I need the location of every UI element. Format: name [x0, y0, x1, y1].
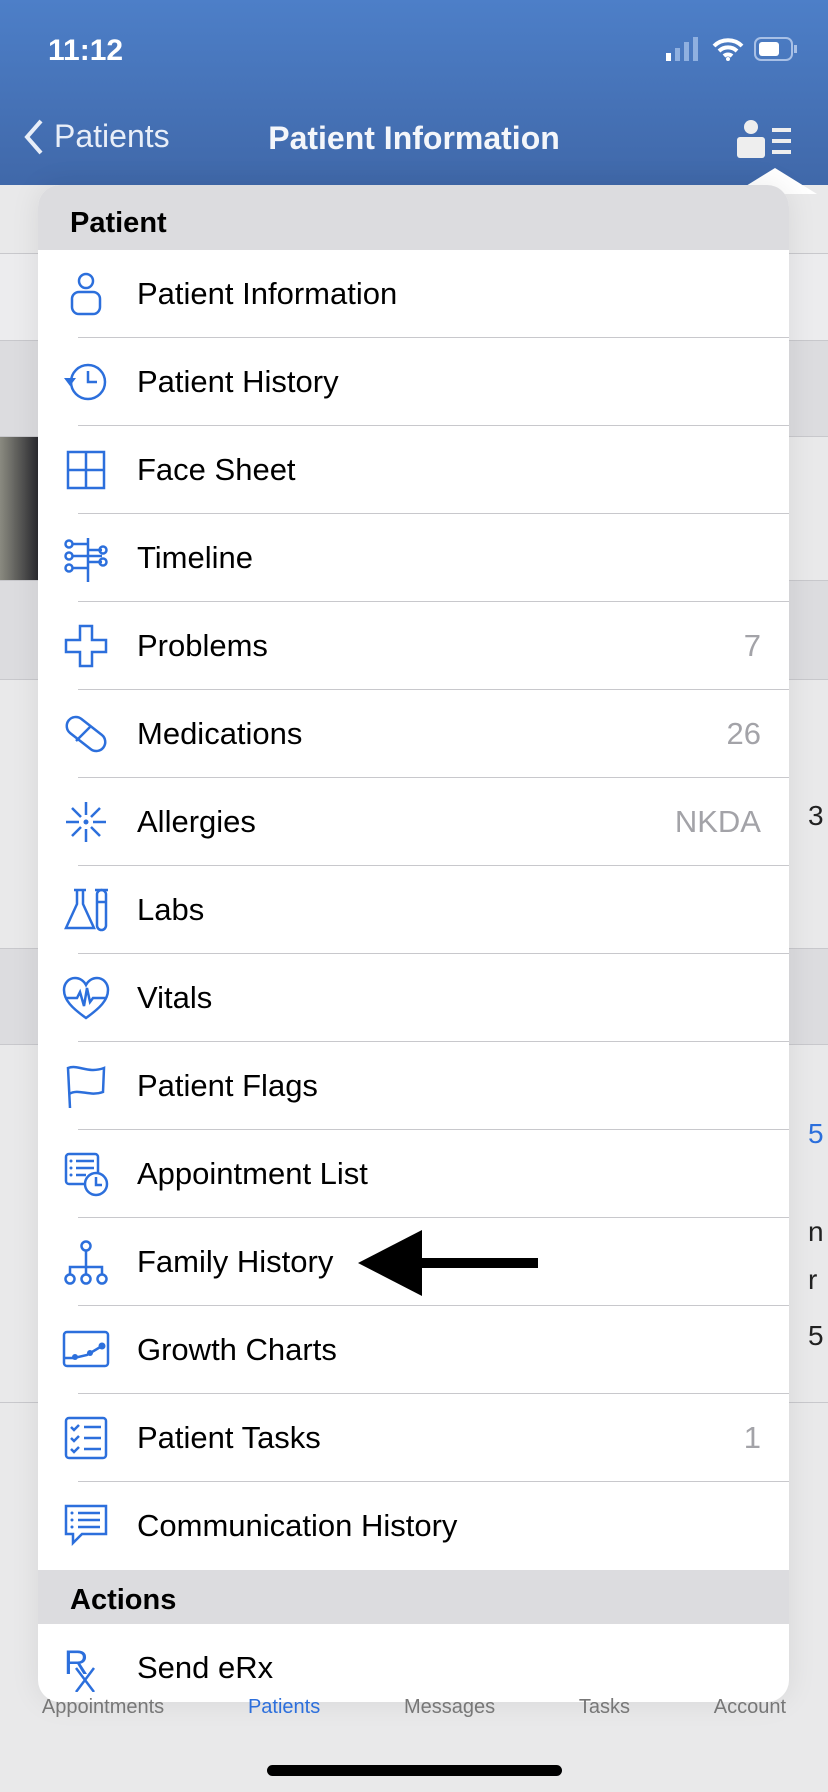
- tab-tasks[interactable]: Tasks: [579, 1696, 630, 1719]
- menu-item-count: 7: [743, 628, 761, 663]
- patient-photo: [0, 437, 38, 580]
- checklist-icon: [64, 1416, 108, 1460]
- tab-patients[interactable]: Patients: [248, 1696, 320, 1719]
- pill-icon: [65, 715, 107, 753]
- menu-item-label: Patient Flags: [137, 1068, 318, 1103]
- battery-icon: [754, 37, 797, 61]
- family-tree-icon: [64, 1240, 108, 1285]
- page-title: Patient Information: [268, 120, 560, 156]
- home-indicator[interactable]: [267, 1765, 562, 1776]
- menu-item-patient-flags[interactable]: Patient Flags: [38, 1042, 789, 1130]
- menu-item-label: Patient Tasks: [137, 1420, 321, 1455]
- menu-item-label: Appointment List: [137, 1156, 368, 1191]
- status-time: 11:12: [48, 34, 124, 67]
- signal-icon: [666, 37, 698, 61]
- background-text: r: [808, 1264, 818, 1295]
- background-text: 5: [808, 1320, 824, 1351]
- menu-item-label: Patient History: [137, 364, 339, 399]
- medical-cross-icon: [64, 624, 108, 668]
- heart-pulse-icon: [62, 976, 110, 1020]
- tab-messages[interactable]: Messages: [404, 1696, 495, 1719]
- menu-item-label: Timeline: [137, 540, 253, 575]
- tab-bar: Appointments Patients Messages Tasks Acc…: [0, 1696, 828, 1719]
- background-text: 3: [808, 800, 824, 831]
- chat-list-icon: [64, 1504, 108, 1547]
- flag-icon: [66, 1065, 106, 1109]
- background-text: 5: [808, 1118, 824, 1149]
- menu-item-medications[interactable]: Medications 26: [38, 690, 789, 778]
- menu-item-appointment-list[interactable]: Appointment List: [38, 1130, 789, 1218]
- tab-appointments[interactable]: Appointments: [42, 1696, 164, 1719]
- menu-item-face-sheet[interactable]: Face Sheet: [38, 426, 789, 514]
- menu-item-communication-history[interactable]: Communication History: [38, 1482, 789, 1570]
- menu-item-timeline[interactable]: Timeline: [38, 514, 789, 602]
- section-header-patient: Patient: [38, 185, 789, 250]
- menu-item-labs[interactable]: Labs: [38, 866, 789, 954]
- annotation-arrow: [358, 1230, 538, 1296]
- background-text: n: [808, 1216, 824, 1247]
- menu-item-send-erx[interactable]: R Send eRx: [38, 1624, 789, 1702]
- navigation-bar: 11:12 Patients Patient Information: [0, 0, 828, 185]
- menu-item-vitals[interactable]: Vitals: [38, 954, 789, 1042]
- menu-item-patient-history[interactable]: Patient History: [38, 338, 789, 426]
- person-icon: [70, 272, 102, 316]
- patient-menu-popover: Patient Patient Information Patient Hist…: [38, 185, 789, 1702]
- menu-item-growth-charts[interactable]: Growth Charts: [38, 1306, 789, 1394]
- menu-item-problems[interactable]: Problems 7: [38, 602, 789, 690]
- menu-item-count: NKDA: [674, 804, 761, 839]
- menu-item-count: 1: [743, 1420, 761, 1455]
- menu-item-patient-tasks[interactable]: Patient Tasks 1: [38, 1394, 789, 1482]
- menu-item-count: 26: [726, 716, 761, 751]
- growth-chart-icon: [62, 1330, 110, 1368]
- wifi-icon: [712, 38, 744, 61]
- menu-item-label: Labs: [137, 892, 205, 927]
- menu-item-label: Problems: [137, 628, 268, 663]
- tab-account[interactable]: Account: [714, 1696, 786, 1719]
- menu-item-label: Growth Charts: [137, 1332, 337, 1367]
- timeline-icon: [64, 538, 108, 582]
- patient-menu-icon[interactable]: [736, 120, 792, 158]
- menu-item-label: Face Sheet: [137, 452, 296, 487]
- appointment-list-icon: [64, 1152, 109, 1197]
- status-icons: [666, 36, 798, 62]
- menu-item-patient-information[interactable]: Patient Information: [38, 250, 789, 338]
- menu-item-allergies[interactable]: Allergies NKDA: [38, 778, 789, 866]
- svg-text:R: R: [64, 1644, 89, 1682]
- menu-item-label: Vitals: [137, 980, 213, 1015]
- section-header-actions: Actions: [38, 1570, 789, 1624]
- menu-item-label: Medications: [137, 716, 303, 751]
- rx-icon: R: [64, 1644, 95, 1692]
- allergy-burst-icon: [66, 802, 106, 842]
- menu-item-label: Send eRx: [137, 1650, 274, 1685]
- menu-item-label: Allergies: [137, 804, 256, 839]
- menu-item-label: Communication History: [137, 1508, 458, 1543]
- history-clock-icon: [64, 363, 107, 401]
- menu-item-label: Family History: [137, 1244, 334, 1279]
- grid-icon: [66, 450, 106, 490]
- lab-flask-icon: [64, 888, 108, 932]
- menu-item-label: Patient Information: [137, 276, 398, 311]
